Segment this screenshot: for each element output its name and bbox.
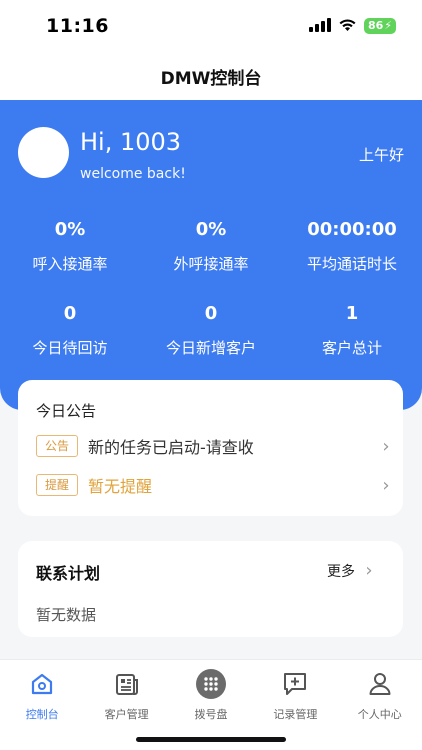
battery-icon: 86 ⚡	[363, 18, 396, 34]
notice-text: 新的任务已启动-请查收	[88, 438, 254, 457]
page-title: DMW控制台	[160, 68, 262, 89]
tab-label: 控制台	[25, 708, 59, 721]
tab-dashboard[interactable]: 控制台	[0, 660, 84, 750]
record-add-icon	[280, 669, 310, 699]
stat-inbound-rate: 0% 呼入接通率	[0, 219, 140, 274]
tab-label: 个人中心	[357, 708, 402, 721]
announcement-item[interactable]: 公告 新的任务已启动-请查收 ›	[36, 432, 394, 460]
avatar[interactable]	[18, 127, 69, 178]
stat-label: 呼入接通率	[32, 255, 108, 273]
stat-pending-followup[interactable]: 0 今日待回访	[0, 303, 140, 358]
chevron-right-icon: ›	[382, 435, 390, 457]
battery-level: 86	[367, 19, 384, 32]
charging-bolt-icon: ⚡	[384, 19, 392, 32]
more-link[interactable]: 更多 ›	[327, 560, 377, 581]
dashboard-header: Hi, 1003 welcome back! 上午好 0% 呼入接通率 0% 外…	[0, 100, 422, 410]
stat-value: 1	[345, 303, 359, 324]
announcement-card: 今日公告 公告 新的任务已启动-请查收 › 提醒 暂无提醒 ›	[18, 380, 403, 516]
empty-state-text: 暂无数据	[36, 606, 97, 624]
home-indicator	[136, 737, 286, 742]
tab-label: 客户管理	[104, 708, 149, 721]
status-time: 11:16	[46, 15, 109, 37]
stat-label: 今日待回访	[32, 339, 108, 357]
reminder-item[interactable]: 提醒 暂无提醒 ›	[36, 471, 394, 499]
contact-plan-card: 联系计划 更多 › 暂无数据	[18, 541, 403, 637]
stat-total-customers[interactable]: 1 客户总计	[282, 303, 422, 358]
person-icon	[365, 669, 395, 699]
stat-avg-call-duration: 00:00:00 平均通话时长	[282, 219, 422, 274]
stat-label: 外呼接通率	[173, 255, 249, 273]
stat-outbound-rate: 0% 外呼接通率	[141, 219, 281, 274]
reminder-text: 暂无提醒	[88, 477, 153, 496]
stat-label: 平均通话时长	[306, 255, 397, 273]
tab-label: 记录管理	[273, 708, 318, 721]
dialpad-icon	[195, 669, 226, 699]
status-bar: 11:16 86 ⚡	[0, 0, 422, 52]
stat-value: 00:00:00	[307, 219, 397, 240]
status-icons: 86 ⚡	[308, 17, 396, 36]
time-greeting: 上午好	[358, 146, 404, 164]
chevron-right-icon: ›	[365, 560, 373, 581]
stat-new-customers[interactable]: 0 今日新增客户	[141, 303, 281, 358]
tab-profile[interactable]: 个人中心	[338, 660, 422, 750]
signal-icon	[308, 17, 331, 36]
navigation-bar: DMW控制台	[0, 52, 422, 100]
customer-icon	[112, 669, 142, 699]
stat-value: 0%	[195, 219, 227, 240]
stat-label: 今日新增客户	[165, 339, 256, 357]
more-label: 更多	[327, 563, 355, 580]
notice-tag: 公告	[36, 435, 79, 457]
wifi-icon	[338, 17, 357, 36]
stat-value: 0	[63, 303, 77, 324]
stat-value: 0	[204, 303, 218, 324]
chevron-right-icon: ›	[382, 474, 390, 496]
stat-label: 客户总计	[321, 339, 382, 357]
greeting-text: Hi, 1003	[80, 128, 182, 156]
home-icon	[27, 669, 57, 699]
welcome-text: welcome back!	[80, 166, 186, 182]
reminder-tag: 提醒	[36, 474, 79, 496]
stat-value: 0%	[54, 219, 86, 240]
tab-label: 拨号盘	[194, 708, 228, 721]
announcement-title: 今日公告	[36, 402, 97, 420]
contact-plan-title: 联系计划	[36, 564, 101, 583]
